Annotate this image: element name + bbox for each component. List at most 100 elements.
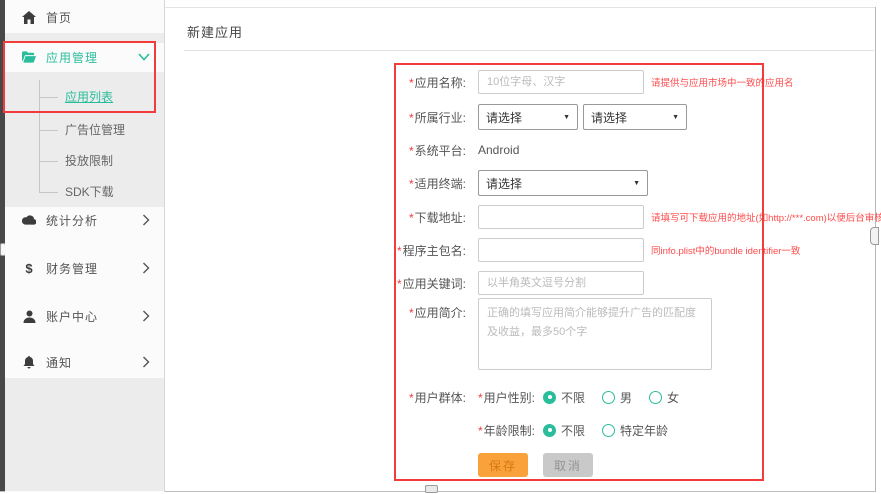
sidebar: 首页 应用管理 应用列表 广告位管理 投放限制 SDK下载 统计分析 xyxy=(5,0,165,492)
sidebar-subitem-app-list[interactable]: 应用列表 xyxy=(65,89,160,105)
field-label: *程序主包名: xyxy=(386,242,466,259)
user-icon xyxy=(22,309,36,323)
field-label: *系统平台: xyxy=(386,142,466,159)
platform-value: Android xyxy=(478,143,519,157)
sidebar-subitem-delivery-limit[interactable]: 投放限制 xyxy=(65,153,160,169)
form-row-gender: *用户群体: *用户性别: 不限 男 女 xyxy=(386,384,696,410)
form-row-intro: *应用简介: xyxy=(386,298,712,378)
tree-line xyxy=(39,161,58,162)
chevron-right-icon xyxy=(142,356,150,368)
required-asterisk: * xyxy=(409,76,414,90)
dropdown-caret-icon: ▼ xyxy=(672,114,679,121)
field-label: *应用关键词: xyxy=(386,275,466,292)
radio-icon xyxy=(602,424,615,437)
form-row-terminal: *适用终端: 请选择 ▼ xyxy=(386,170,648,196)
sidebar-subitem-sdk-download[interactable]: SDK下载 xyxy=(65,184,160,200)
right-border xyxy=(875,7,876,492)
title-divider xyxy=(184,50,874,51)
package-name-hint: 同info.plist中的bundle identifier一致 xyxy=(651,243,800,257)
download-url-input[interactable] xyxy=(478,205,644,229)
sidebar-item-label: 账户中心 xyxy=(46,308,98,325)
dollar-icon: $ xyxy=(22,261,36,275)
sidebar-item-account[interactable]: 账户中心 xyxy=(5,301,164,331)
sidebar-item-label: 通知 xyxy=(46,354,72,371)
radio-icon xyxy=(649,391,662,404)
home-icon xyxy=(22,10,36,24)
app-window: 首页 应用管理 应用列表 广告位管理 投放限制 SDK下载 统计分析 xyxy=(0,0,881,494)
save-button[interactable]: 保存 xyxy=(478,453,528,477)
age-sub-label: *年龄限制: xyxy=(478,422,535,439)
field-label: *用户群体: xyxy=(386,389,466,406)
cancel-button[interactable]: 取消 xyxy=(543,453,593,477)
dropdown-caret-icon: ▼ xyxy=(633,180,640,187)
required-asterisk: * xyxy=(409,144,414,158)
tree-line xyxy=(39,192,58,193)
intro-textarea[interactable] xyxy=(478,298,712,370)
industry-primary-select[interactable]: 请选择 ▼ xyxy=(478,104,578,130)
dropdown-caret-icon: ▼ xyxy=(563,114,570,121)
age-radio-group: 不限 特定年龄 xyxy=(543,422,685,439)
chevron-right-icon xyxy=(142,262,150,274)
field-label: *适用终端: xyxy=(386,175,466,192)
sidebar-item-label: 财务管理 xyxy=(46,260,98,277)
form-row-keywords: *应用关键词: xyxy=(386,270,644,296)
chevron-right-icon xyxy=(142,214,150,226)
required-asterisk: * xyxy=(409,211,414,225)
sidebar-subitem-ad-slot[interactable]: 广告位管理 xyxy=(65,122,160,138)
folder-open-icon xyxy=(22,50,36,64)
page-title: 新建应用 xyxy=(187,22,243,41)
sidebar-item-finance[interactable]: $ 财务管理 xyxy=(5,253,164,283)
sidebar-filler xyxy=(5,378,164,491)
age-option-unlimited[interactable]: 不限 xyxy=(543,422,585,439)
sidebar-item-statistics[interactable]: 统计分析 xyxy=(5,205,164,235)
bottom-resize-handle[interactable] xyxy=(425,485,438,493)
chevron-down-icon xyxy=(138,53,150,61)
form-actions: 保存 取消 xyxy=(386,452,593,478)
download-url-hint: 请填写可下载应用的地址(如http://***.com)以便后台审核 xyxy=(651,210,881,224)
gender-option-female[interactable]: 女 xyxy=(649,389,679,406)
required-asterisk: * xyxy=(409,391,414,405)
gender-radio-group: 不限 男 女 xyxy=(543,389,696,406)
required-asterisk: * xyxy=(409,306,414,320)
sidebar-item-app-management[interactable]: 应用管理 xyxy=(5,42,164,72)
form-row-download-url: *下载地址: 请填写可下载应用的地址(如http://***.com)以便后台审… xyxy=(386,204,881,230)
tree-line xyxy=(39,130,58,131)
field-label: *所属行业: xyxy=(386,109,466,126)
field-label: *应用名称: xyxy=(386,74,466,91)
industry-secondary-select[interactable]: 请选择 ▼ xyxy=(583,104,687,130)
top-border xyxy=(165,7,875,8)
form-row-industry: *所属行业: 请选择 ▼ 请选择 ▼ xyxy=(386,104,687,130)
required-asterisk: * xyxy=(409,111,414,125)
sidebar-item-home[interactable]: 首页 xyxy=(5,2,164,32)
required-asterisk: * xyxy=(478,391,483,405)
age-option-specific[interactable]: 特定年龄 xyxy=(602,422,668,439)
gender-option-male[interactable]: 男 xyxy=(602,389,632,406)
cloud-icon xyxy=(22,213,36,227)
required-asterisk: * xyxy=(397,244,402,258)
radio-selected-icon xyxy=(543,424,556,437)
app-name-input[interactable] xyxy=(478,70,644,94)
gender-sub-label: *用户性别: xyxy=(478,389,535,406)
gender-option-unlimited[interactable]: 不限 xyxy=(543,389,585,406)
sidebar-item-label: 统计分析 xyxy=(46,212,98,229)
form-row-package-name: *程序主包名: 同info.plist中的bundle identifier一致 xyxy=(386,237,800,263)
terminal-select[interactable]: 请选择 ▼ xyxy=(478,170,648,196)
form-row-platform: *系统平台: Android xyxy=(386,137,519,163)
tree-line xyxy=(39,97,58,98)
bell-icon xyxy=(22,355,36,369)
sidebar-item-label: 首页 xyxy=(46,9,72,26)
required-asterisk: * xyxy=(478,424,483,438)
sidebar-item-label: 应用管理 xyxy=(46,49,98,66)
required-asterisk: * xyxy=(397,277,402,291)
app-name-hint: 请提供与应用市场中一致的应用名 xyxy=(651,75,794,89)
keywords-input[interactable] xyxy=(478,271,644,295)
form-row-app-name: *应用名称: 请提供与应用市场中一致的应用名 xyxy=(386,69,794,95)
sidebar-item-notifications[interactable]: 通知 xyxy=(5,347,164,377)
radio-icon xyxy=(602,391,615,404)
field-label: *应用简介: xyxy=(386,304,466,321)
radio-selected-icon xyxy=(543,391,556,404)
field-label: *下载地址: xyxy=(386,209,466,226)
form-row-age: *年龄限制: 不限 特定年龄 xyxy=(386,417,685,443)
required-asterisk: * xyxy=(409,177,414,191)
package-name-input[interactable] xyxy=(478,238,644,262)
